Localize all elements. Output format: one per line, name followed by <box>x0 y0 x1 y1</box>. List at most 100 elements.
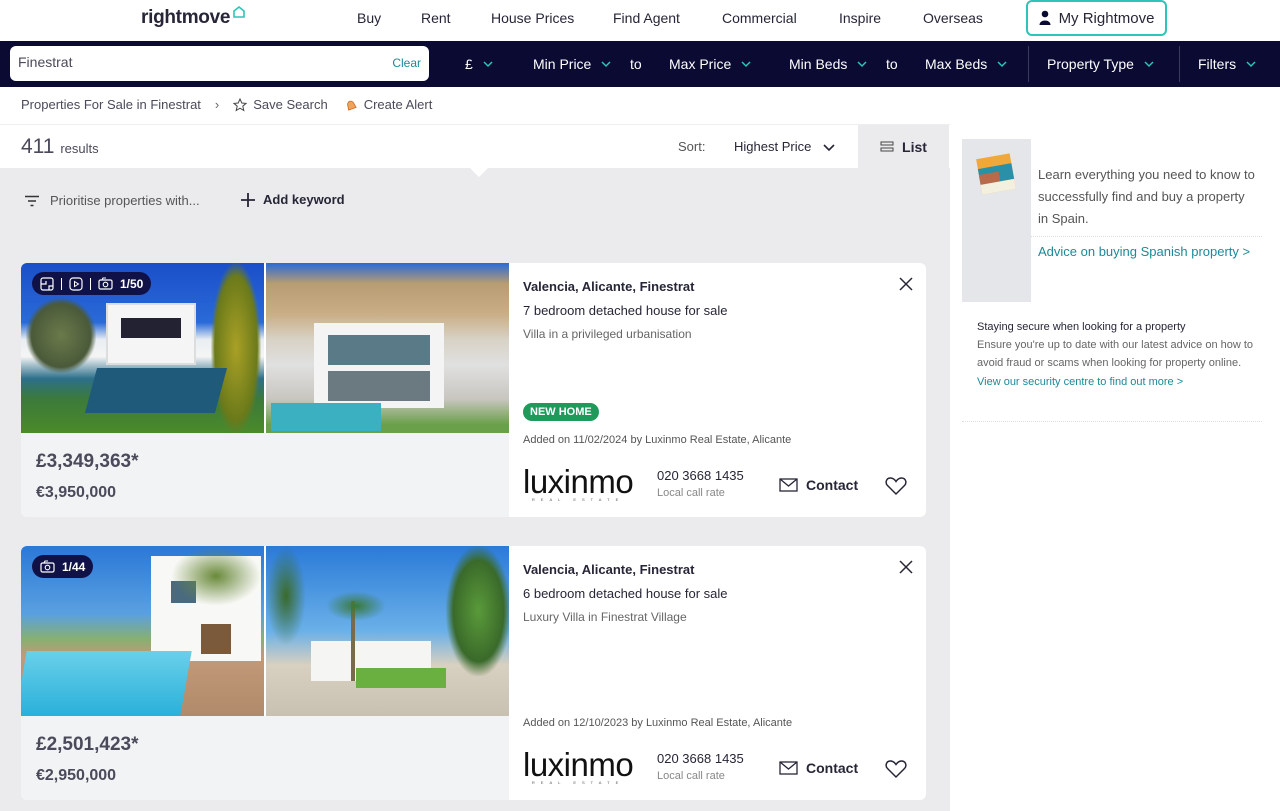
property-photo[interactable] <box>266 546 509 716</box>
min-price-dropdown[interactable]: Min Price <box>533 56 611 72</box>
property-summary: Villa in a privileged urbanisation <box>523 327 692 341</box>
add-keyword-button[interactable]: Add keyword <box>241 192 345 207</box>
property-summary: Luxury Villa in Finestrat Village <box>523 610 687 624</box>
chevron-down-icon <box>823 143 835 151</box>
filters-dropdown[interactable]: Filters <box>1198 56 1256 72</box>
min-beds-dropdown[interactable]: Min Beds <box>789 56 867 72</box>
security-text: Ensure you're up to date with our latest… <box>977 339 1254 369</box>
price-eur: €3,950,000 <box>36 484 117 501</box>
user-icon <box>1039 10 1051 25</box>
my-rightmove-button[interactable]: My Rightmove <box>1026 0 1167 36</box>
nav-inspire[interactable]: Inspire <box>839 10 881 26</box>
sort-dropdown[interactable]: Highest Price <box>734 139 835 154</box>
house-logo-icon <box>233 5 245 18</box>
agent-phone[interactable]: 020 3668 1435 <box>657 468 744 483</box>
property-type-dropdown[interactable]: Property Type <box>1047 56 1154 72</box>
media-badge[interactable]: 1/44 <box>32 555 94 578</box>
property-images[interactable]: 1/44 <box>21 546 509 716</box>
floorplan-icon <box>40 276 54 291</box>
chevron-down-icon <box>1246 61 1256 68</box>
price-area[interactable]: £2,501,423* €2,950,000 <box>21 716 509 800</box>
chevron-right-icon: › <box>214 97 220 112</box>
agent-logo[interactable]: luxinmo REAL ESTATE <box>523 748 634 785</box>
currency-dropdown[interactable]: £ <box>465 56 493 72</box>
location-search-box: Clear <box>10 46 429 81</box>
breadcrumb: Properties For Sale in Finestrat › Save … <box>21 97 448 112</box>
guide-text: Learn everything you need to know to suc… <box>1038 167 1255 226</box>
property-info: Valencia, Alicante, Finestrat 6 bedroom … <box>509 546 926 800</box>
divider <box>1028 46 1029 82</box>
location-input[interactable] <box>18 54 358 70</box>
media-badge[interactable]: 1/50 <box>32 272 152 295</box>
heart-icon[interactable] <box>885 759 907 779</box>
sort-label: Sort: <box>678 139 706 154</box>
call-rate: Local call rate <box>657 770 725 782</box>
nav-house-prices[interactable]: House Prices <box>491 10 574 26</box>
top-nav: rightmove Buy Rent House Prices Find Age… <box>0 0 1280 41</box>
nav-overseas[interactable]: Overseas <box>923 10 983 26</box>
property-type[interactable]: 7 bedroom detached house for sale <box>523 303 728 318</box>
property-images[interactable]: 1/50 <box>21 263 509 433</box>
list-view-button[interactable]: List <box>858 125 949 168</box>
contact-button[interactable]: Contact <box>779 477 858 493</box>
security-heading: Staying secure when looking for a proper… <box>977 321 1186 333</box>
chevron-down-icon <box>857 61 867 68</box>
divider <box>90 277 91 290</box>
search-filter-bar: Clear £ Min Price to Max Price Min Beds … <box>0 41 1280 87</box>
property-card[interactable]: 1/50 £3,349,363* €3,950,000 Valencia, Al… <box>21 263 926 517</box>
property-address[interactable]: Valencia, Alicante, Finestrat <box>523 562 694 577</box>
list-icon <box>880 141 894 151</box>
prioritise-button[interactable]: Prioritise properties with... <box>24 193 200 208</box>
bell-icon <box>346 100 357 111</box>
max-beds-dropdown[interactable]: Max Beds <box>925 56 1007 72</box>
nav-find-agent[interactable]: Find Agent <box>613 10 680 26</box>
chevron-down-icon <box>1144 61 1154 68</box>
save-search-button[interactable]: Save Search <box>233 97 328 112</box>
security-centre-link[interactable]: View our security centre to find out mor… <box>977 376 1183 388</box>
video-icon <box>69 276 83 291</box>
nav-commercial[interactable]: Commercial <box>722 10 797 26</box>
property-card[interactable]: 1/44 £2,501,423* €2,950,000 Valencia, Al… <box>21 546 926 800</box>
divider <box>1031 236 1262 237</box>
contact-button[interactable]: Contact <box>779 760 858 776</box>
guide-book-icon <box>976 153 1016 195</box>
price-eur: €2,950,000 <box>36 767 117 784</box>
agent-phone[interactable]: 020 3668 1435 <box>657 751 744 766</box>
price-area[interactable]: £3,349,363* €3,950,000 <box>21 433 509 517</box>
agent-logo[interactable]: luxinmo REAL ESTATE <box>523 465 634 502</box>
mail-icon <box>779 478 798 492</box>
plus-icon <box>241 192 255 207</box>
guide-thumbnail[interactable] <box>962 139 1031 302</box>
price-gbp: £2,501,423* <box>36 734 139 755</box>
close-icon[interactable] <box>898 559 914 575</box>
clear-button[interactable]: Clear <box>392 56 421 70</box>
camera-icon <box>40 560 55 573</box>
close-icon[interactable] <box>898 276 914 292</box>
divider <box>1179 46 1180 82</box>
divider <box>962 421 1262 422</box>
to-label: to <box>630 56 642 72</box>
nav-buy[interactable]: Buy <box>357 10 381 26</box>
to-label: to <box>886 56 898 72</box>
property-address[interactable]: Valencia, Alicante, Finestrat <box>523 279 694 294</box>
results-count: 411 results <box>21 135 99 158</box>
chevron-down-icon <box>997 61 1007 68</box>
camera-icon <box>98 277 113 290</box>
breadcrumb-location[interactable]: Properties For Sale in Finestrat <box>21 97 201 112</box>
divider <box>61 277 62 290</box>
mail-icon <box>779 761 798 775</box>
added-date: Added on 12/10/2023 by Luxinmo Real Esta… <box>523 717 793 729</box>
rightmove-logo[interactable]: rightmove <box>141 5 246 29</box>
chevron-down-icon <box>483 61 493 68</box>
star-icon <box>233 97 248 112</box>
property-photo[interactable] <box>266 263 509 433</box>
property-type[interactable]: 6 bedroom detached house for sale <box>523 586 728 601</box>
max-price-dropdown[interactable]: Max Price <box>669 56 751 72</box>
call-rate: Local call rate <box>657 487 725 499</box>
nav-rent[interactable]: Rent <box>421 10 451 26</box>
heart-icon[interactable] <box>885 476 907 496</box>
create-alert-button[interactable]: Create Alert <box>344 97 432 112</box>
chevron-down-icon <box>741 61 751 68</box>
security-notice: Staying secure when looking for a proper… <box>977 318 1257 391</box>
spanish-property-advice-link[interactable]: Advice on buying Spanish property > <box>1038 243 1263 260</box>
